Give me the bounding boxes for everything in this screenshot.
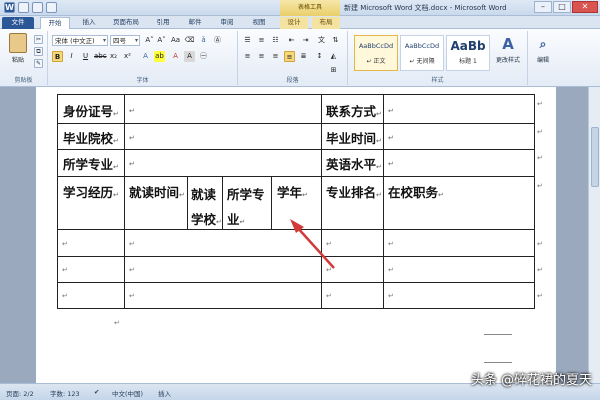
word-count[interactable]: 字数: 123 xyxy=(50,388,80,398)
annotation-arrow xyxy=(290,219,335,269)
language-indicator[interactable]: 中文(中国) xyxy=(112,388,143,398)
arrow-shaft xyxy=(295,225,335,269)
proofing-icon[interactable]: ✔ xyxy=(94,388,99,396)
page-count[interactable]: 页面: 2/2 xyxy=(6,388,34,398)
insert-mode[interactable]: 插入 xyxy=(158,388,171,398)
watermark: 头条 @碎花裙的夏天 xyxy=(470,373,592,388)
